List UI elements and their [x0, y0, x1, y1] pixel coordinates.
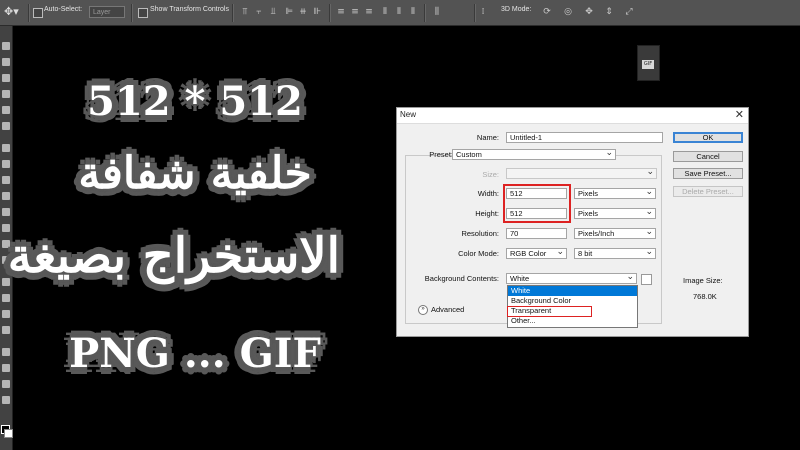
size-dropdown: [506, 166, 657, 179]
auto-align-icon[interactable]: ⫼: [432, 7, 442, 17]
zoom-tool-icon[interactable]: [2, 396, 10, 404]
auto-select-checkbox[interactable]: [33, 8, 43, 18]
eraser-tool-icon[interactable]: [2, 208, 10, 216]
overlay-formats-text: PNG ... GIF: [69, 330, 321, 377]
thumbnail-label: GIF: [642, 60, 654, 69]
advanced-label[interactable]: Advanced: [431, 305, 464, 314]
list-option[interactable]: Background Color: [508, 296, 637, 306]
distribute-top-icon[interactable]: ≡: [336, 7, 346, 17]
document-thumbnail[interactable]: GIF: [637, 45, 660, 81]
close-icon[interactable]: ✕: [735, 108, 744, 123]
dialog-titlebar[interactable]: New ✕: [397, 108, 748, 124]
resolution-unit-dropdown[interactable]: Pixels/Inch: [574, 226, 656, 239]
background-color-swatch[interactable]: [641, 274, 652, 285]
divider: [131, 4, 133, 22]
background-color-swatch[interactable]: [4, 429, 13, 438]
name-field[interactable]: Untitled-1: [506, 132, 663, 143]
3d-drag-icon[interactable]: ✥: [584, 7, 594, 17]
brush-tool-icon[interactable]: [2, 160, 10, 168]
align-right-icon[interactable]: ⊪: [312, 7, 322, 17]
delete-preset-button: Delete Preset...: [673, 186, 743, 197]
resolution-field[interactable]: 70: [506, 228, 567, 239]
3d-camera-tool-icon[interactable]: [2, 364, 10, 372]
background-contents-dropdown[interactable]: White: [506, 271, 637, 284]
distribute-right-icon[interactable]: ⦀: [408, 7, 418, 17]
eyedropper-tool-icon[interactable]: [2, 122, 10, 130]
3d-rotate-tool-icon[interactable]: [2, 348, 10, 356]
hand-tool-icon[interactable]: [2, 380, 10, 388]
preset-dropdown[interactable]: Custom: [452, 147, 616, 160]
background-contents-label: Background Contents:: [424, 274, 499, 283]
lasso-tool-icon[interactable]: [2, 74, 10, 82]
overlay-size-text: 512 * 512: [87, 78, 303, 125]
color-mode-label: Color Mode:: [458, 249, 499, 258]
image-size-value: 768.0K: [693, 292, 717, 301]
overlay-transparent-bg-text: خلفية شفافة: [78, 148, 312, 199]
height-unit-dropdown[interactable]: Pixels: [574, 206, 656, 219]
type-tool-icon[interactable]: [2, 294, 10, 302]
distribute-hcenter-icon[interactable]: ⦀: [394, 7, 404, 17]
image-size-label: Image Size:: [683, 276, 723, 285]
cancel-button[interactable]: Cancel: [673, 151, 743, 162]
align-top-icon[interactable]: ⫪: [240, 7, 250, 17]
auto-select-dropdown[interactable]: Layer: [89, 6, 125, 18]
shape-tool-icon[interactable]: [2, 326, 10, 334]
marquee-tool-icon[interactable]: [2, 58, 10, 66]
distribute-left-icon[interactable]: ⦀: [380, 7, 390, 17]
align-left-icon[interactable]: ⊫: [284, 7, 294, 17]
divider: [474, 4, 476, 22]
overlay-export-format-text: الاستخراج بصيغة: [7, 228, 340, 284]
3d-rotate-icon[interactable]: ⟳: [542, 7, 552, 17]
divider: [28, 4, 30, 22]
resolution-label: Resolution:: [461, 229, 499, 238]
width-label: Width:: [477, 189, 499, 198]
move-tool-icon[interactable]: [2, 42, 10, 50]
options-bar: ✥▾ Auto-Select: Layer Show Transform Con…: [0, 0, 800, 26]
align-hcenter-icon[interactable]: ⧺: [298, 7, 308, 17]
3d-mode-label: 3D Mode:: [501, 6, 532, 13]
dialog-title: New: [400, 110, 417, 119]
bit-depth-dropdown[interactable]: 8 bit: [574, 246, 656, 259]
path-select-tool-icon[interactable]: [2, 310, 10, 318]
transparent-option-highlight: [507, 306, 592, 317]
distribute-bottom-icon[interactable]: ≡: [364, 7, 374, 17]
move-tool-icon[interactable]: ✥▾: [4, 4, 26, 20]
clone-stamp-tool-icon[interactable]: [2, 176, 10, 184]
3d-scale-icon[interactable]: ⤢: [624, 7, 634, 17]
advanced-toggle-icon[interactable]: »: [418, 305, 428, 315]
color-mode-dropdown[interactable]: RGB Color: [506, 246, 567, 259]
3d-roll-icon[interactable]: ◎: [563, 7, 573, 17]
history-brush-tool-icon[interactable]: [2, 192, 10, 200]
list-option[interactable]: Other...: [508, 316, 637, 326]
name-label: Name:: [476, 133, 499, 142]
width-unit-dropdown[interactable]: Pixels: [574, 186, 656, 199]
crop-tool-icon[interactable]: [2, 106, 10, 114]
show-transform-label: Show Transform Controls: [150, 6, 229, 13]
new-document-dialog: New ✕ Name: Untitled-1 Preset: Custom Si…: [396, 107, 749, 337]
distribute-vcenter-icon[interactable]: ≡: [350, 7, 360, 17]
ok-button[interactable]: OK: [673, 132, 743, 143]
show-transform-checkbox[interactable]: [138, 8, 148, 18]
divider: [424, 4, 426, 22]
size-label: Size:: [482, 170, 499, 179]
save-preset-button[interactable]: Save Preset...: [673, 168, 743, 179]
auto-select-label: Auto-Select:: [44, 6, 83, 13]
height-label: Height:: [475, 209, 499, 218]
align-vcenter-icon[interactable]: ⫟: [254, 7, 264, 17]
align-bottom-icon[interactable]: ⫫: [268, 7, 278, 17]
width-height-highlight: [503, 184, 571, 223]
3d-mode-icon[interactable]: ⁞: [478, 7, 488, 17]
3d-slide-icon[interactable]: ⇕: [604, 7, 614, 17]
quick-select-tool-icon[interactable]: [2, 90, 10, 98]
list-option[interactable]: White: [508, 286, 637, 296]
healing-brush-tool-icon[interactable]: [2, 144, 10, 152]
preset-label: Preset:: [429, 150, 453, 159]
divider: [329, 4, 331, 22]
divider: [232, 4, 234, 22]
